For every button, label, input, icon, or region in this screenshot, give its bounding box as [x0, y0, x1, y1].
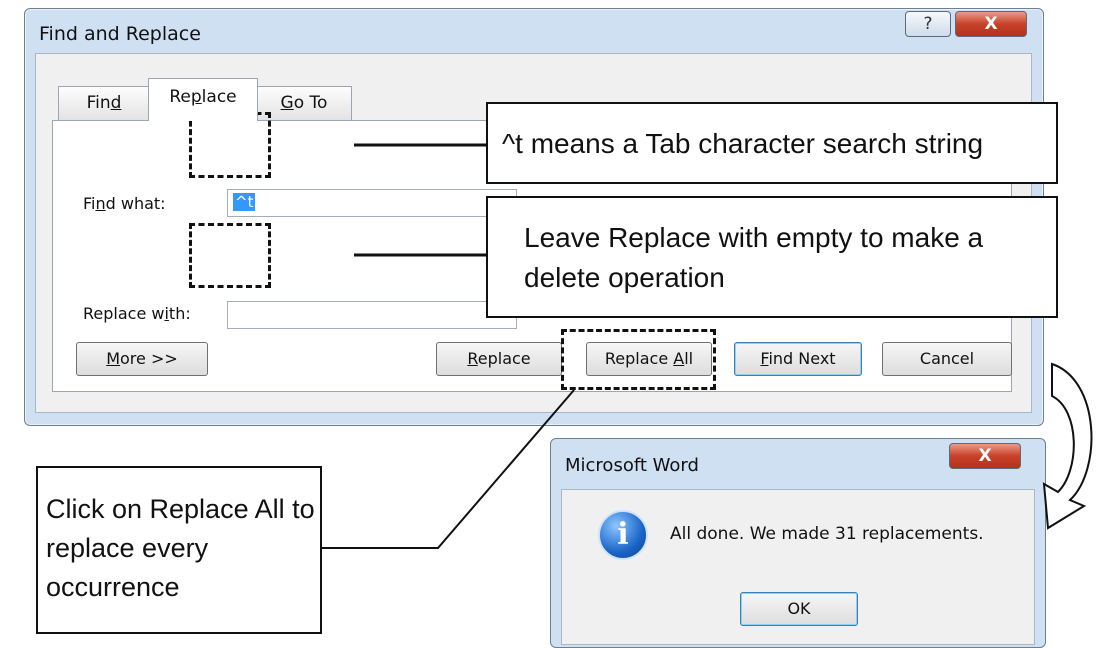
find-value-highlight — [189, 112, 271, 178]
curved-arrow-icon — [1042, 362, 1093, 530]
ok-button[interactable]: OK — [740, 592, 858, 626]
info-icon: i — [598, 510, 648, 560]
close-button[interactable]: X — [955, 11, 1027, 37]
find-next-button[interactable]: Find Next — [734, 342, 862, 376]
callout-empty-replace: Leave Replace with empty to make a delet… — [486, 196, 1058, 318]
message-text: All done. We made 31 replacements. — [670, 524, 984, 544]
dialog-title: Microsoft Word — [565, 455, 699, 476]
replace-with-input[interactable] — [227, 301, 517, 329]
callout-replace-all: Click on Replace All to replace every oc… — [36, 466, 322, 634]
find-what-label: Find what: — [83, 194, 166, 213]
dialog-title: Find and Replace — [39, 23, 201, 45]
close-button[interactable]: X — [949, 443, 1021, 469]
cancel-button[interactable]: Cancel — [882, 342, 1012, 376]
close-icon: X — [978, 446, 992, 466]
close-icon: X — [984, 14, 998, 34]
callout-tab-character: ^t means a Tab character search string — [486, 102, 1058, 184]
replace-with-label: Replace with: — [83, 304, 191, 323]
find-what-input[interactable]: ^t — [227, 189, 517, 217]
dialog-body: i All done. We made 31 replacements. OK — [561, 489, 1035, 645]
help-icon: ? — [923, 14, 933, 34]
tab-replace[interactable]: Replace — [148, 78, 258, 121]
help-button[interactable]: ? — [905, 11, 951, 37]
tab-find[interactable]: Find — [58, 86, 150, 120]
find-what-value: ^t — [233, 193, 256, 211]
replace-all-highlight — [561, 329, 716, 390]
word-message-dialog: Microsoft Word X i All done. We made 31 … — [550, 438, 1046, 648]
replace-value-highlight — [189, 223, 271, 288]
replace-button[interactable]: Replace — [436, 342, 562, 376]
more-button[interactable]: More >> — [76, 342, 208, 376]
